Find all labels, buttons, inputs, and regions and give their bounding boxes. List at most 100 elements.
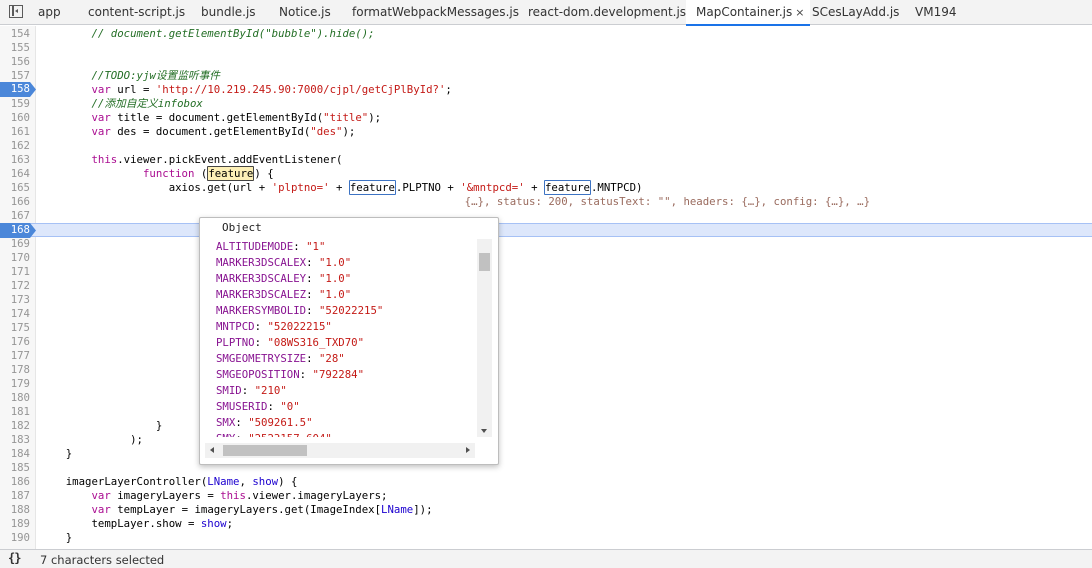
line-number[interactable]: 171 [0, 265, 30, 279]
line-number[interactable]: 156 [0, 55, 30, 69]
toggle-navigator-icon[interactable] [9, 5, 23, 18]
code-line[interactable]: 174 } [0, 307, 1092, 321]
tab-map-container[interactable]: MapContainer.js × [686, 0, 811, 26]
property-row[interactable]: SMGEOPOSITION: "792284" [216, 367, 474, 383]
code-text[interactable]: } [40, 531, 72, 545]
code-line[interactable]: 187 var imageryLayers = this.viewer.imag… [0, 489, 1092, 503]
line-number[interactable]: 178 [0, 363, 30, 377]
tab-react-dom-development[interactable]: react-dom.development.js [528, 0, 686, 25]
code-text[interactable]: } [40, 307, 207, 321]
line-number[interactable]: 187 [0, 489, 30, 503]
code-text[interactable]: //添加自定义infobox [40, 97, 202, 111]
vertical-scrollbar[interactable] [477, 239, 492, 437]
code-text[interactable]: {…}, status: 200, statusText: "", header… [40, 195, 870, 209]
code-text[interactable]: axios.get(url + 'plptno=' + feature.PLPT… [40, 180, 642, 195]
line-number[interactable]: 180 [0, 391, 30, 405]
code-line[interactable]: 156 [0, 55, 1092, 69]
code-text[interactable]: var tempLayer = imageryLayers.get(ImageI… [40, 503, 432, 517]
code-line[interactable]: 175 . [0, 321, 1092, 335]
code-text[interactable]: var imageryLayers = this.viewer.imageryL… [40, 489, 387, 503]
line-number[interactable]: 175 [0, 321, 30, 335]
property-row[interactable]: SMUSERID: "0" [216, 399, 474, 415]
scrollbar-thumb[interactable] [479, 253, 490, 271]
code-line[interactable]: 170 [0, 251, 1092, 265]
code-text[interactable]: . [40, 321, 207, 335]
line-number[interactable]: 157 [0, 69, 30, 83]
property-row[interactable]: MARKER3DSCALEX: "1.0" [216, 255, 474, 271]
scroll-left-icon[interactable] [210, 447, 214, 453]
line-number[interactable]: 182 [0, 419, 30, 433]
code-text[interactable]: . [40, 377, 207, 391]
property-row[interactable]: MARKERSYMBOLID: "52022215" [216, 303, 474, 319]
line-number[interactable]: 164 [0, 167, 30, 181]
code-line[interactable]: 190 } [0, 531, 1092, 545]
line-number[interactable]: 161 [0, 125, 30, 139]
code-text[interactable]: } [40, 419, 162, 433]
tab-format-webpack-messages[interactable]: formatWebpackMessages.js [352, 0, 519, 25]
code-line[interactable]: 164 function (feature) { [0, 166, 1092, 181]
line-number[interactable]: 160 [0, 111, 30, 125]
code-line[interactable]: 158 var url = 'http://10.219.245.90:7000… [0, 82, 1092, 97]
tab-notice[interactable]: Notice.js [279, 0, 331, 25]
code-line[interactable]: 161 var des = document.getElementById("d… [0, 125, 1092, 139]
line-number[interactable]: 186 [0, 475, 30, 489]
close-icon[interactable]: × [795, 6, 804, 19]
code-text[interactable]: tempLayer.show = show; [40, 517, 233, 531]
line-number[interactable]: 167 [0, 209, 30, 223]
tab-sces-lay-add[interactable]: SCesLayAdd.js [812, 0, 899, 25]
horizontal-scrollbar[interactable] [205, 443, 475, 458]
code-text[interactable]: function (feature) { [40, 166, 274, 181]
code-line[interactable]: 184 } [0, 447, 1092, 461]
code-line[interactable]: 182 } [0, 419, 1092, 433]
tab-bundle[interactable]: bundle.js [201, 0, 256, 25]
line-number[interactable]: 158 [0, 82, 30, 96]
code-line[interactable]: 179 . [0, 377, 1092, 391]
property-row[interactable]: SMX: "509261.5" [216, 415, 474, 431]
code-text[interactable]: // document.getElementById("bubble").hid… [40, 27, 374, 41]
tab-app[interactable]: app [38, 0, 61, 25]
line-number[interactable]: 173 [0, 293, 30, 307]
pretty-print-icon[interactable]: {} [8, 551, 21, 565]
code-line[interactable]: 180 [0, 391, 1092, 405]
scroll-right-icon[interactable] [466, 447, 470, 453]
line-number[interactable]: 189 [0, 517, 30, 531]
property-row[interactable]: SMGEOMETRYSIZE: "28" [216, 351, 474, 367]
property-row[interactable]: PLPTNO: "08WS316_TXD70" [216, 335, 474, 351]
scroll-down-icon[interactable] [481, 429, 487, 433]
line-number[interactable]: 185 [0, 461, 30, 475]
line-number[interactable]: 174 [0, 307, 30, 321]
code-line[interactable]: 154 // document.getElementById("bubble")… [0, 27, 1092, 41]
code-line[interactable]: 183 ); [0, 433, 1092, 447]
line-number[interactable]: 176 [0, 335, 30, 349]
line-number[interactable]: 188 [0, 503, 30, 517]
code-text[interactable]: imagerLayerController(LName, show) { [40, 475, 298, 489]
code-line[interactable]: 178 } [0, 363, 1092, 377]
property-list[interactable]: ALTITUDEMODE: "1" MARKER3DSCALEX: "1.0" MA… [216, 239, 474, 437]
code-text[interactable]: } [40, 363, 207, 377]
code-line[interactable]: 188 var tempLayer = imageryLayers.get(Im… [0, 503, 1092, 517]
line-number[interactable]: 163 [0, 153, 30, 167]
line-number[interactable]: 183 [0, 433, 30, 447]
property-row[interactable]: SMY: "2523157.604" [216, 431, 474, 437]
property-row[interactable]: MNTPCD: "52022215" [216, 319, 474, 335]
code-text[interactable]: var url = 'http://10.219.245.90:7000/cjp… [40, 83, 451, 97]
line-number[interactable]: 154 [0, 27, 30, 41]
code-line[interactable]: 168 [0, 223, 1092, 238]
line-number[interactable]: 169 [0, 237, 30, 251]
code-editor[interactable]: 154 // document.getElementById("bubble")… [0, 26, 1092, 549]
code-line[interactable]: 186 imagerLayerController(LName, show) { [0, 475, 1092, 489]
code-text[interactable]: } [40, 405, 207, 419]
code-line[interactable]: 169 [0, 237, 1092, 251]
line-number[interactable]: 170 [0, 251, 30, 265]
code-line[interactable]: 159 //添加自定义infobox [0, 97, 1092, 111]
code-line[interactable]: 160 var title = document.getElementById(… [0, 111, 1092, 125]
code-text[interactable]: this.viewer.pickEvent.addEventListener( [40, 153, 342, 167]
line-number[interactable]: 159 [0, 97, 30, 111]
scrollbar-thumb[interactable] [223, 445, 307, 456]
code-line[interactable]: 185 [0, 461, 1092, 475]
code-text[interactable]: ); [40, 433, 143, 447]
line-number[interactable]: 172 [0, 279, 30, 293]
line-number[interactable]: 166 [0, 195, 30, 209]
code-line[interactable]: 171 [0, 265, 1092, 279]
code-line[interactable]: 172 [0, 279, 1092, 293]
